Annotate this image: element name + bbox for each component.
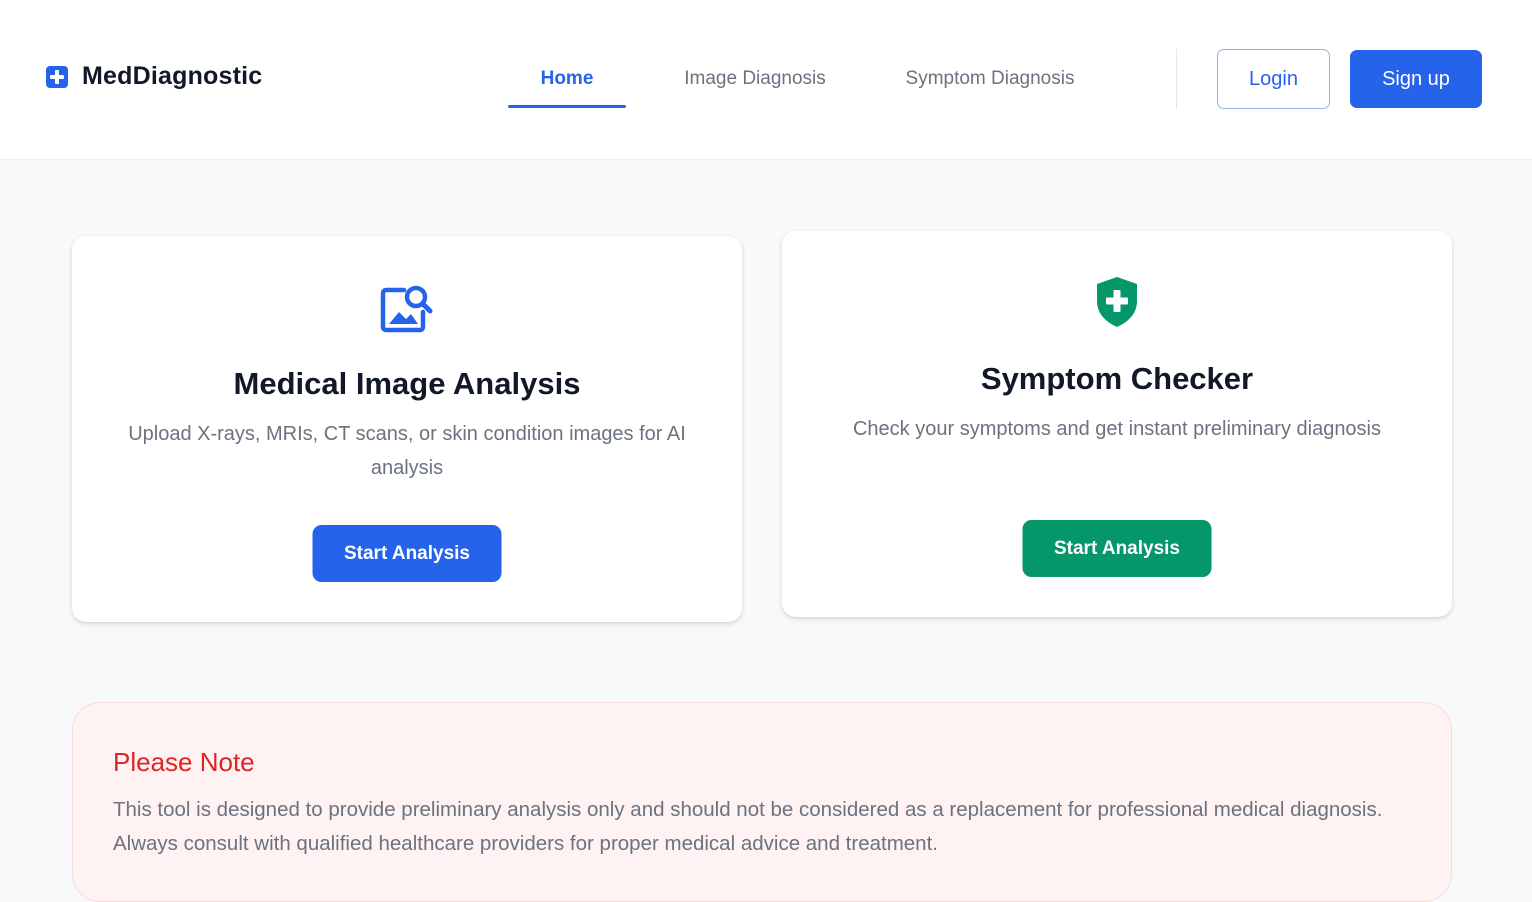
- nav-item-home[interactable]: Home: [508, 50, 626, 108]
- symptom-checker-card: Symptom Checker Check your symptoms and …: [782, 231, 1452, 617]
- start-symptom-analysis-button[interactable]: Start Analysis: [1022, 520, 1212, 577]
- card-title: Medical Image Analysis: [233, 366, 581, 401]
- medical-cross-icon: [46, 65, 68, 88]
- card-description: Check your symptoms and get instant prel…: [852, 418, 1382, 440]
- image-search-icon: [380, 285, 433, 333]
- nav-item-symptom-diagnosis[interactable]: Symptom Diagnosis: [884, 50, 1096, 108]
- brand-logo[interactable]: MedDiagnostic: [46, 62, 262, 91]
- note-title: Please Note: [113, 747, 255, 777]
- note-text: This tool is designed to provide prelimi…: [113, 798, 1383, 855]
- card-description: Upload X-rays, MRIs, CT scans, or skin c…: [128, 423, 686, 479]
- top-navbar: MedDiagnostic Home Image Diagnosis Sympt…: [0, 0, 1532, 160]
- main-nav: Home Image Diagnosis Symptom Diagnosis: [508, 50, 1096, 108]
- medical-image-analysis-card: Medical Image Analysis Upload X-rays, MR…: [72, 236, 742, 622]
- card-title: Symptom Checker: [980, 361, 1254, 396]
- start-image-analysis-button[interactable]: Start Analysis: [312, 525, 502, 582]
- nav-item-image-diagnosis[interactable]: Image Diagnosis: [626, 50, 884, 108]
- signup-button[interactable]: Sign up: [1350, 50, 1482, 108]
- brand-name: MedDiagnostic: [82, 62, 263, 90]
- shield-cross-icon: [1097, 277, 1137, 327]
- nav-divider: [1176, 49, 1177, 109]
- disclaimer-note: Please Note This tool is designed to pro…: [72, 702, 1452, 902]
- login-button[interactable]: Login: [1217, 49, 1330, 109]
